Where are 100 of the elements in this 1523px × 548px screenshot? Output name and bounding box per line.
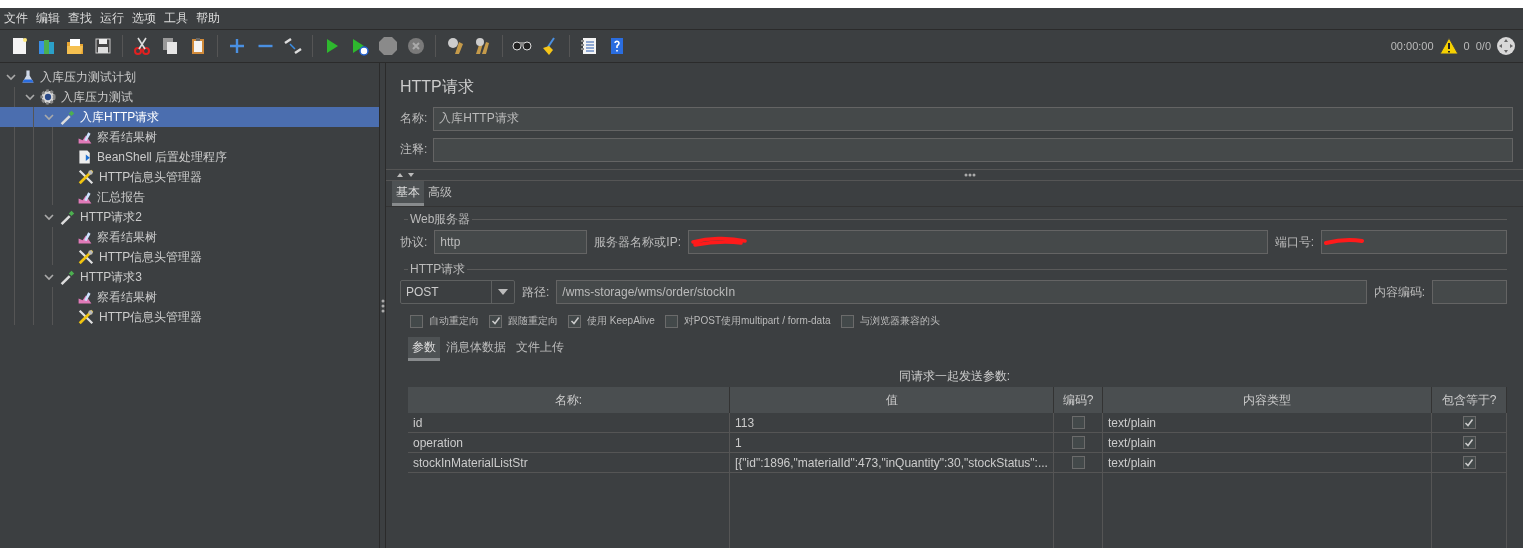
column-header[interactable]: 内容类型 [1103, 387, 1432, 413]
column-header[interactable]: 编码? [1054, 387, 1103, 413]
tree-item[interactable]: 入库压力测试 [0, 87, 379, 107]
checkbox[interactable] [840, 314, 854, 328]
tree-item[interactable]: HTTP信息头管理器 [0, 307, 379, 327]
field-label: 路径: [522, 283, 550, 301]
field-label: 协议: [400, 233, 428, 251]
tree-item[interactable]: 入库压力测试计划 [0, 67, 379, 87]
tab[interactable]: 消息体数据 [442, 337, 510, 361]
redaction-mark [1324, 237, 1364, 247]
menu-item[interactable]: 编辑 [36, 10, 60, 27]
field-label: 端口号: [1274, 233, 1314, 251]
table-cell: text/plain [1103, 413, 1432, 433]
tree-item[interactable]: 汇总报告 [0, 187, 379, 207]
shutdown-icon [407, 37, 425, 55]
redaction-mark [691, 236, 747, 248]
dropdown-arrow-icon [498, 289, 508, 295]
help-book-icon [611, 38, 623, 54]
tree-item[interactable]: HTTP请求3 [0, 267, 379, 287]
checkbox[interactable] [1462, 456, 1476, 469]
tools-icon [77, 308, 95, 326]
menu-item[interactable]: 帮助 [196, 10, 220, 27]
flask-icon [20, 69, 36, 85]
column-header[interactable]: 值 [730, 387, 1054, 413]
copy-icon [160, 36, 180, 56]
checkbox-label: 自动重定向 [429, 314, 479, 328]
divider-handle-icon[interactable] [963, 173, 976, 177]
menu-item[interactable]: 查找 [68, 10, 92, 27]
thread-count: 0/0 [1475, 40, 1491, 52]
column-header[interactable]: 名称: [408, 387, 730, 413]
splitter-handle-icon[interactable] [380, 298, 385, 313]
tab[interactable]: 文件上传 [512, 337, 568, 361]
tools-icon [77, 248, 95, 266]
field-label: 内容编码: [1373, 283, 1425, 301]
checkbox[interactable] [1462, 416, 1476, 429]
warning-icon [1439, 38, 1458, 54]
column-header[interactable]: 包含等于? [1432, 387, 1507, 413]
scissors-icon [132, 36, 152, 56]
checkbox[interactable] [1071, 456, 1085, 469]
table-cell: stockInMaterialListStr [408, 453, 730, 473]
checkbox[interactable] [1462, 436, 1476, 449]
panel-title: HTTP请求 [399, 76, 475, 97]
chart-icon [77, 229, 93, 245]
collapse-arrows-icon[interactable] [396, 171, 416, 179]
remote-icon [1497, 37, 1515, 55]
menu-item[interactable]: 工具 [164, 10, 188, 27]
comment-field[interactable] [433, 137, 1513, 162]
checkbox[interactable] [410, 314, 423, 328]
tab[interactable]: 基本 [392, 181, 424, 206]
tree-item[interactable]: 察看结果树 [0, 287, 379, 307]
menu-item[interactable]: 文件 [4, 10, 28, 27]
table-cell: 113 [730, 413, 1054, 433]
plus-icon [229, 38, 245, 54]
stop-icon [378, 36, 398, 56]
tree-item[interactable]: 入库HTTP请求 [0, 107, 379, 127]
path-field[interactable]: /wms-storage/wms/order/stockIn [556, 280, 1367, 304]
chevron-down-icon[interactable] [44, 212, 54, 222]
name-field[interactable]: 入库HTTP请求 [433, 106, 1513, 131]
checkbox-label: 使用 KeepAlive [587, 314, 655, 328]
checkbox[interactable] [1071, 436, 1085, 449]
play-no-pause-icon [350, 36, 370, 56]
port-field[interactable] [1321, 230, 1507, 254]
checkbox-label: 与浏览器兼容的头 [859, 314, 940, 328]
broom-gear-icon [445, 36, 465, 56]
checkbox[interactable] [664, 314, 678, 328]
pipette-icon [58, 208, 76, 226]
table-caption: 同请求一起发送参数: [897, 367, 1012, 385]
tree-item[interactable]: HTTP请求2 [0, 207, 379, 227]
server-field[interactable] [688, 230, 1268, 254]
table-cell: id [408, 413, 730, 433]
method-select[interactable]: POST [400, 280, 515, 304]
encoding-field[interactable] [1432, 280, 1507, 304]
checkbox-label: 对POST使用multipart / form-data [683, 314, 831, 328]
tree-item[interactable]: BeanShell 后置处理程序 [0, 147, 379, 167]
group-title: HTTP请求 [410, 260, 466, 278]
checkbox[interactable] [1071, 416, 1085, 429]
tree-item[interactable]: HTTP信息头管理器 [0, 167, 379, 187]
menu-item[interactable]: 选项 [132, 10, 156, 27]
tools-icon [77, 168, 95, 186]
menu-item[interactable]: 运行 [100, 10, 124, 27]
tree-item[interactable]: 察看结果树 [0, 127, 379, 147]
chevron-down-icon[interactable] [44, 272, 54, 282]
folder-icon [65, 36, 85, 56]
pipette-icon [58, 268, 76, 286]
pipette-icon [58, 108, 76, 126]
tree-item[interactable]: 察看结果树 [0, 227, 379, 247]
table-cell: 1 [730, 433, 1054, 453]
toggle-icon [283, 36, 303, 56]
warning-count: 0 [1463, 40, 1470, 52]
chart-icon [77, 289, 93, 305]
tree-item[interactable]: HTTP信息头管理器 [0, 247, 379, 267]
gear-icon [39, 88, 57, 106]
document-arrow-icon [77, 149, 93, 165]
checkbox[interactable] [568, 314, 581, 328]
tab[interactable]: 高级 [424, 181, 456, 206]
tab[interactable]: 参数 [408, 337, 440, 361]
table-cell: operation [408, 433, 730, 453]
protocol-field[interactable]: http [434, 230, 588, 254]
field-label: 注释: [400, 141, 428, 158]
checkbox[interactable] [489, 314, 502, 328]
